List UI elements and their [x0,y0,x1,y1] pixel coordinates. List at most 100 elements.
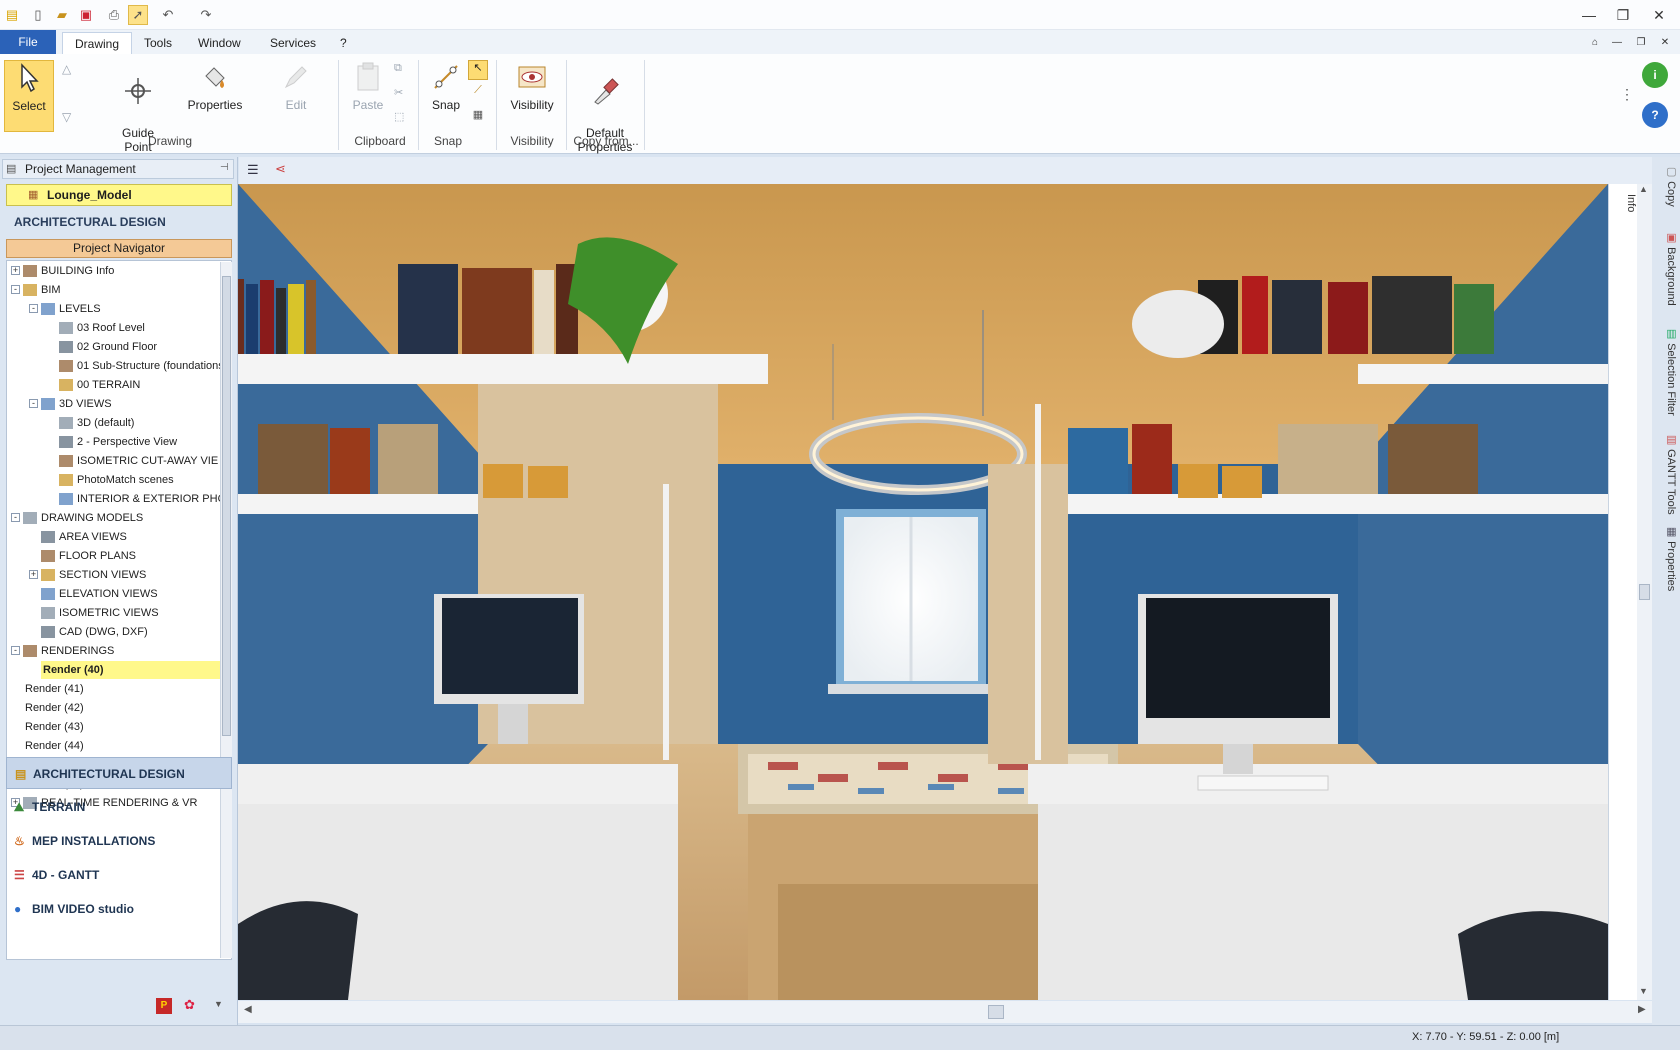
collapse-icon[interactable]: - [11,285,20,294]
collapse-icon[interactable]: - [11,513,20,522]
tree-item[interactable]: 2 - Perspective View [59,433,177,451]
tree-item[interactable]: 03 Roof Level [59,319,145,337]
scroll-up-arrow-icon[interactable]: ▲ [1639,184,1648,194]
collapse-icon[interactable]: - [11,646,20,655]
tree-item[interactable]: ISOMETRIC VIEWS [41,604,159,622]
scroll-right-arrow-icon[interactable]: ▶ [1638,1004,1646,1015]
select-all-icon[interactable]: ⬚ [394,110,404,123]
tree-item[interactable]: 3D VIEWS [41,395,112,413]
plugin-flower-icon[interactable]: ✿ [184,997,195,1013]
scroll-up-icon[interactable]: △ [62,62,71,76]
tab-services[interactable]: Services [258,32,328,54]
doc-minimize-icon[interactable]: — [1604,33,1630,51]
tree-item[interactable]: RENDERINGS [23,642,114,660]
gantt-tools-tab[interactable]: ▤ GANTT Tools [1654,429,1678,515]
help-icon[interactable]: ? [1642,102,1668,128]
selection-filter-tab[interactable]: ▥ Selection Filter [1654,323,1678,423]
tree-item[interactable]: BIM [23,281,61,299]
visibility-button[interactable]: Visibility [506,60,558,112]
pointer-icon[interactable]: ➚ [128,5,148,25]
tab-drawing[interactable]: Drawing [62,32,133,54]
modules-dropdown-icon[interactable]: ▼ [214,999,223,1009]
tree-item[interactable]: 00 TERRAIN [59,376,140,394]
tree-item[interactable]: Render (42) [23,699,84,717]
tree-item[interactable]: PhotoMatch scenes [59,471,174,489]
module-item[interactable]: ▤ ARCHITECTURAL DESIGN [6,757,232,789]
info-icon[interactable]: i [1642,62,1668,88]
tree-item[interactable]: Render (40) [41,661,227,679]
tree-item[interactable]: Render (44) [23,737,84,755]
project-navigator-header[interactable]: Project Navigator [6,239,232,258]
viewport-horizontal-scrollbar[interactable]: ◀ ▶ [238,1001,1652,1023]
tree-item[interactable]: Render (43) [23,718,84,736]
background-tab[interactable]: ▣ Background [1654,227,1678,317]
project-name[interactable]: Lounge_Model [6,184,232,206]
close-icon[interactable]: ✕ [1646,6,1672,24]
snap-endpoint-icon[interactable]: ↖ [468,60,488,80]
scroll-down-icon[interactable]: ▽ [62,110,71,124]
module-item[interactable]: ☰ 4D - GANTT [6,859,232,891]
snap-button[interactable]: Snap [426,60,466,112]
ribbon-options-icon[interactable]: ⋮ [1620,86,1634,103]
info-tab-label[interactable]: Info [1613,190,1637,212]
undo-icon[interactable]: ↶ [158,5,178,25]
paste-button[interactable]: Paste [350,60,386,112]
edit-button[interactable]: Edit [276,60,316,112]
render-viewport[interactable] [238,184,1608,1000]
tree-item[interactable]: INTERIOR & EXTERIOR PHO [59,490,226,508]
doc-restore-icon[interactable]: ❐ [1628,33,1654,51]
tree-item[interactable]: BUILDING Info [23,262,114,280]
tree-item[interactable]: 02 Ground Floor [59,338,157,356]
new-file-icon[interactable]: ▯ [28,5,48,25]
minimize-icon[interactable]: — [1576,6,1602,24]
expand-icon[interactable]: + [29,570,38,579]
tab-window[interactable]: Window [186,32,253,54]
properties-tab[interactable]: ▦ Properties [1654,521,1678,611]
tree-scroll-thumb[interactable] [222,276,231,736]
tab-tools[interactable]: Tools [132,32,184,54]
viewport-vertical-scrollbar[interactable]: ▲ ▼ [1637,184,1652,1000]
module-item[interactable]: ⛰ TERRAIN [6,791,232,823]
tree-item[interactable]: ISOMETRIC CUT-AWAY VIE [59,452,218,470]
tree-item[interactable]: DRAWING MODELS [23,509,143,527]
tree-node-icon [41,626,55,639]
pin-icon[interactable]: ⊣ [220,162,229,173]
tree-item[interactable]: LEVELS [41,300,101,318]
tree-item[interactable]: FLOOR PLANS [41,547,136,565]
collapse-icon[interactable]: - [29,399,38,408]
scroll-down-arrow-icon[interactable]: ▼ [1639,986,1648,996]
module-item[interactable]: ♨ MEP INSTALLATIONS [6,825,232,857]
copy-icon[interactable]: ⧉ [394,62,402,75]
save-icon[interactable]: ▣ [76,5,96,25]
properties-button[interactable]: Properties [184,60,246,112]
collapse-icon[interactable]: - [29,304,38,313]
module-item[interactable]: ● BIM VIDEO studio [6,893,232,925]
info-side-tab[interactable]: Info [1608,184,1637,1000]
view-list-icon[interactable]: ☰ [247,162,259,178]
vertical-scroll-thumb[interactable] [1639,584,1650,600]
tree-item[interactable]: AREA VIEWS [41,528,127,546]
plugin-icon[interactable]: P [156,998,172,1014]
file-menu[interactable]: File [0,30,56,54]
tab-help[interactable]: ? [328,32,359,54]
restore-icon[interactable]: ❐ [1610,6,1636,24]
tree-item[interactable]: 01 Sub-Structure (foundations) [59,357,227,375]
cut-icon[interactable]: ✂ [394,86,403,99]
tree-item[interactable]: Render (41) [23,680,84,698]
tree-item[interactable]: SECTION VIEWS [41,566,146,584]
snap-line-icon[interactable]: ⟋ [468,84,488,104]
expand-icon[interactable]: + [11,266,20,275]
open-folder-icon[interactable]: ▰ [52,5,72,25]
redo-icon[interactable]: ↷ [196,5,216,25]
share-icon[interactable]: ⋖ [275,161,286,177]
snap-grid-icon[interactable]: ▦ [468,108,488,128]
horizontal-scroll-thumb[interactable] [988,1005,1004,1019]
tree-item[interactable]: 3D (default) [59,414,134,432]
tree-item[interactable]: CAD (DWG, DXF) [41,623,148,641]
tree-item[interactable]: ELEVATION VIEWS [41,585,158,603]
scroll-left-arrow-icon[interactable]: ◀ [244,1004,252,1015]
select-button[interactable]: Select [4,60,54,132]
copy-tab[interactable]: ▢ Copy [1654,161,1678,221]
print-icon[interactable]: ⎙ [104,5,124,25]
doc-close-icon[interactable]: ✕ [1652,33,1678,51]
